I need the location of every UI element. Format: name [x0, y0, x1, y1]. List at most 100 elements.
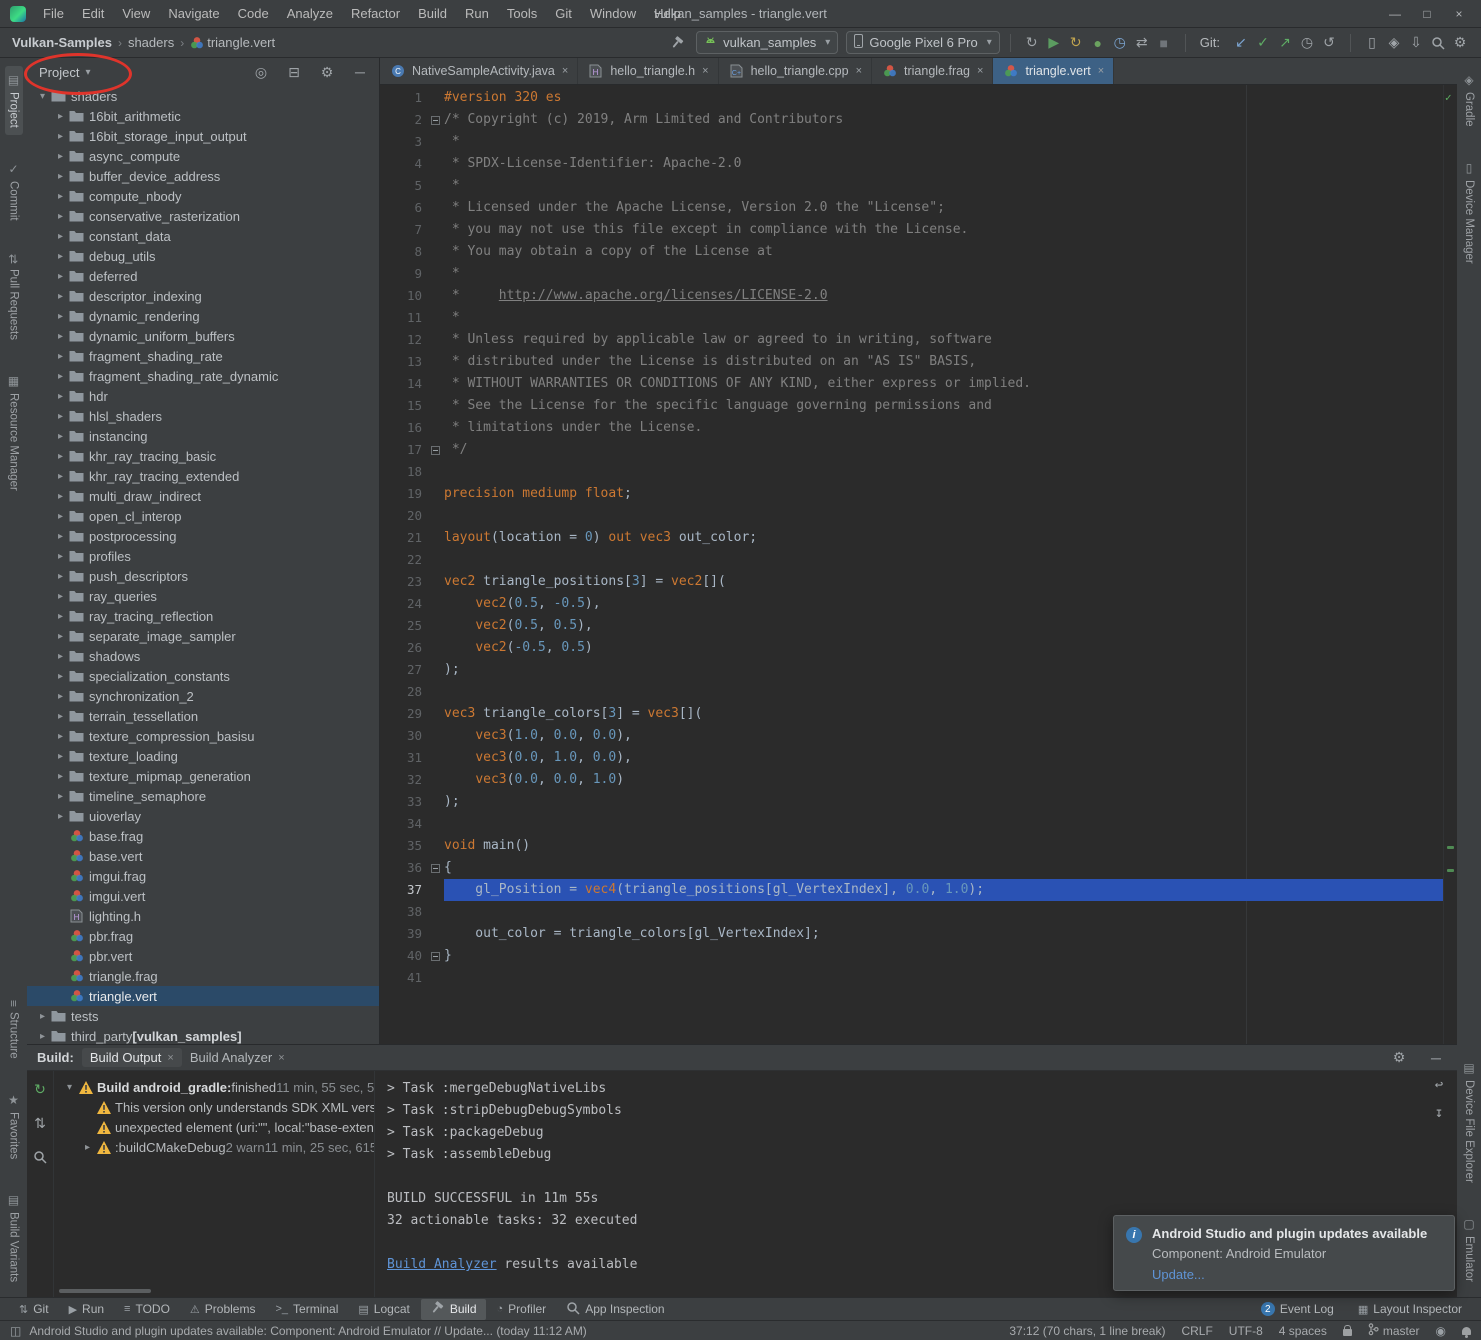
menu-build[interactable]: Build: [409, 0, 456, 28]
build-tab-build-analyzer[interactable]: Build Analyzer×: [182, 1048, 293, 1067]
chevron-icon[interactable]: ▸: [53, 111, 68, 122]
project-view-selector[interactable]: Project: [39, 65, 79, 80]
chevron-icon[interactable]: ▸: [53, 591, 68, 602]
chevron-icon[interactable]: ▸: [53, 131, 68, 142]
tree-item-pbr-frag[interactable]: pbr.frag: [27, 926, 379, 946]
minimize-button[interactable]: —: [1379, 0, 1411, 28]
breadcrumb-shaders[interactable]: shaders: [126, 35, 176, 50]
tool-stripe-pull-requests[interactable]: ⇄Pull Requests: [5, 247, 23, 347]
code-line-36[interactable]: 36{: [380, 857, 1444, 879]
tool-stripe-emulator[interactable]: ▢Emulator: [1460, 1210, 1478, 1289]
tree-item-third-party[interactable]: ▸third_party [vulkan_samples]: [27, 1026, 379, 1044]
menu-window[interactable]: Window: [581, 0, 645, 28]
tree-item-specialization-constants[interactable]: ▸specialization_constants: [27, 666, 379, 686]
chevron-icon[interactable]: ▾: [35, 91, 50, 102]
horizontal-scrollbar[interactable]: [59, 1289, 151, 1293]
editor-tab-nativesampleactivity-java[interactable]: CNativeSampleActivity.java×: [380, 58, 578, 84]
indent-indicator[interactable]: 4 spaces: [1279, 1324, 1327, 1338]
tree-item-16bit-storage-input-output[interactable]: ▸16bit_storage_input_output: [27, 126, 379, 146]
chevron-icon[interactable]: ▸: [53, 511, 68, 522]
tree-item-hlsl-shaders[interactable]: ▸hlsl_shaders: [27, 406, 379, 426]
code-line-27[interactable]: 27);: [380, 659, 1444, 681]
toolwindow-button-git[interactable]: ⇅Git: [10, 1300, 58, 1318]
tree-item-shadows[interactable]: ▸shadows: [27, 646, 379, 666]
chevron-icon[interactable]: ▸: [35, 1011, 50, 1022]
tree-item-texture-compression-basisu[interactable]: ▸texture_compression_basisu: [27, 726, 379, 746]
device-manager-icon[interactable]: ▯: [1361, 33, 1383, 53]
code-line-7[interactable]: 7 * you may not use this file except in …: [380, 219, 1444, 241]
code-line-26[interactable]: 26 vec2(-0.5, 0.5): [380, 637, 1444, 659]
code-line-17[interactable]: 17 */: [380, 439, 1444, 461]
tool-stripe-gradle[interactable]: ◈Gradle: [1460, 66, 1478, 134]
scroll-to-end-icon[interactable]: ↧: [1428, 1103, 1450, 1123]
tool-stripe-project[interactable]: ▤Project: [5, 66, 23, 135]
tab-close-icon[interactable]: ×: [856, 65, 862, 77]
profile-icon[interactable]: ◷: [1109, 33, 1131, 53]
chevron-icon[interactable]: ▸: [53, 531, 68, 542]
tree-item-lighting-h[interactable]: Hlighting.h: [27, 906, 379, 926]
menu-file[interactable]: File: [34, 0, 73, 28]
toolwindow-button-build[interactable]: Build: [421, 1299, 486, 1320]
tree-item-tests[interactable]: ▸tests: [27, 1006, 379, 1026]
code-line-16[interactable]: 16 * limitations under the License.: [380, 417, 1444, 439]
code-line-30[interactable]: 30 vec3(1.0, 0.0, 0.0),: [380, 725, 1444, 747]
editor-tab-triangle-vert[interactable]: triangle.vert×: [993, 58, 1114, 84]
notification-bell-icon[interactable]: [1462, 1327, 1471, 1335]
tool-stripe-commit[interactable]: ✓Commit: [5, 155, 23, 228]
tree-item-profiles[interactable]: ▸profiles: [27, 546, 379, 566]
attach-debugger-icon[interactable]: ⇄: [1131, 33, 1153, 53]
toolwindow-button-app-inspection[interactable]: App Inspection: [557, 1299, 673, 1320]
chevron-icon[interactable]: ▸: [53, 811, 68, 822]
tree-item-pbr-vert[interactable]: pbr.vert: [27, 946, 379, 966]
code-line-33[interactable]: 33);: [380, 791, 1444, 813]
tree-item-separate-image-sampler[interactable]: ▸separate_image_sampler: [27, 626, 379, 646]
chevron-icon[interactable]: ▸: [53, 491, 68, 502]
tree-item-push-descriptors[interactable]: ▸push_descriptors: [27, 566, 379, 586]
tree-item-deferred[interactable]: ▸deferred: [27, 266, 379, 286]
menu-refactor[interactable]: Refactor: [342, 0, 409, 28]
tree-item-triangle-vert[interactable]: triangle.vert: [27, 986, 379, 1006]
chevron-icon[interactable]: ▸: [53, 191, 68, 202]
chevron-icon[interactable]: ▸: [53, 431, 68, 442]
tree-item-synchronization-2[interactable]: ▸synchronization_2: [27, 686, 379, 706]
code-line-10[interactable]: 10 * http://www.apache.org/licenses/LICE…: [380, 285, 1444, 307]
code-line-11[interactable]: 11 *: [380, 307, 1444, 329]
build-tree-item-0[interactable]: ▾Build android_gradle: finished 11 min, …: [54, 1077, 374, 1097]
chevron-icon[interactable]: ▸: [53, 211, 68, 222]
chevron-icon[interactable]: ▸: [53, 331, 68, 342]
git-branch-widget[interactable]: master: [1368, 1323, 1420, 1339]
tree-item-triangle-frag[interactable]: triangle.frag: [27, 966, 379, 986]
tree-item-terrain-tessellation[interactable]: ▸terrain_tessellation: [27, 706, 379, 726]
tree-item-debug-utils[interactable]: ▸debug_utils: [27, 246, 379, 266]
code-line-21[interactable]: 21layout(location = 0) out vec3 out_colo…: [380, 527, 1444, 549]
settings-icon[interactable]: ⚙: [316, 62, 338, 82]
breadcrumb-vulkan-samples[interactable]: Vulkan-Samples: [10, 35, 114, 50]
chevron-icon[interactable]: ▸: [53, 391, 68, 402]
collapse-all-icon[interactable]: ⊟: [283, 62, 305, 82]
chevron-icon[interactable]: ▸: [53, 251, 68, 262]
tab-close-icon[interactable]: ×: [278, 1052, 284, 1064]
fold-marker-icon[interactable]: [426, 857, 444, 879]
menu-edit[interactable]: Edit: [73, 0, 113, 28]
update-notification[interactable]: i Android Studio and plugin updates avai…: [1113, 1215, 1455, 1291]
avd-manager-icon[interactable]: ◈: [1383, 33, 1405, 53]
code-line-14[interactable]: 14 * WITHOUT WARRANTIES OR CONDITIONS OF…: [380, 373, 1444, 395]
close-button[interactable]: ×: [1443, 0, 1475, 28]
tree-item-dynamic-rendering[interactable]: ▸dynamic_rendering: [27, 306, 379, 326]
status-message[interactable]: Android Studio and plugin updates availa…: [29, 1324, 586, 1338]
caret-position[interactable]: 37:12 (70 chars, 1 line break): [1009, 1324, 1165, 1338]
tool-stripe-device-manager[interactable]: ▯Device Manager: [1460, 154, 1478, 271]
tree-item-timeline-semaphore[interactable]: ▸timeline_semaphore: [27, 786, 379, 806]
code-line-22[interactable]: 22: [380, 549, 1444, 571]
tree-item-khr-ray-tracing-basic[interactable]: ▸khr_ray_tracing_basic: [27, 446, 379, 466]
code-line-18[interactable]: 18: [380, 461, 1444, 483]
code-line-12[interactable]: 12 * Unless required by applicable law o…: [380, 329, 1444, 351]
tree-item-ray-tracing-reflection[interactable]: ▸ray_tracing_reflection: [27, 606, 379, 626]
tree-item-postprocessing[interactable]: ▸postprocessing: [27, 526, 379, 546]
tree-item-base-frag[interactable]: base.frag: [27, 826, 379, 846]
restart-build-icon[interactable]: ↻: [29, 1079, 51, 1099]
menu-navigate[interactable]: Navigate: [159, 0, 228, 28]
tree-item-imgui-frag[interactable]: imgui.frag: [27, 866, 379, 886]
tree-item-multi-draw-indirect[interactable]: ▸multi_draw_indirect: [27, 486, 379, 506]
breadcrumb-triangle-vert[interactable]: triangle.vert: [205, 35, 277, 50]
